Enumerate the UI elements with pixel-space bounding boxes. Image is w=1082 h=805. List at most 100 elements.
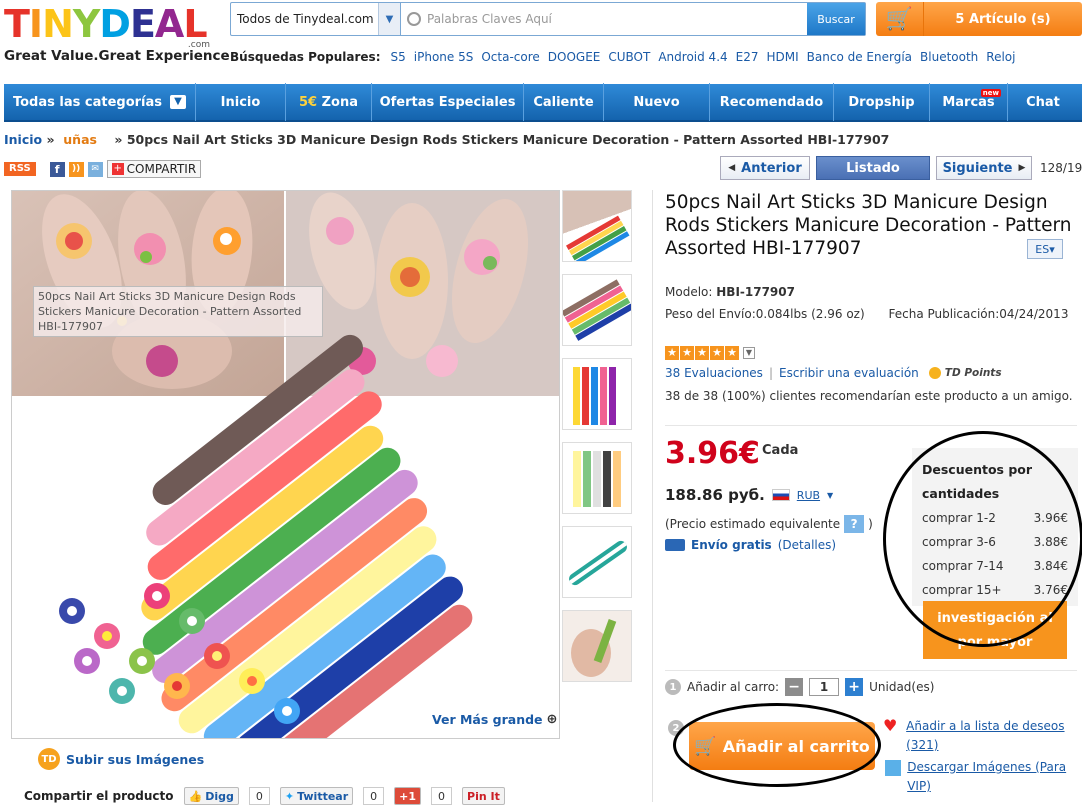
- recommend-text: 38 de 38 (100%) clientes recomendarían e…: [665, 389, 1073, 403]
- star-icon: ★: [710, 346, 724, 360]
- next-label: Siguiente: [942, 160, 1013, 176]
- price-unit: Cada: [762, 443, 799, 458]
- thumbnail-image: [566, 215, 630, 261]
- chevron-down-icon[interactable]: ▼: [378, 3, 400, 35]
- cart-button[interactable]: 🛒 5 Artículo (s): [876, 2, 1082, 36]
- chevron-down-icon[interactable]: ▼: [743, 347, 755, 359]
- divider: [665, 425, 1077, 426]
- thumbnail[interactable]: [562, 442, 632, 514]
- plus-button[interactable]: +: [845, 678, 864, 696]
- reviews-link[interactable]: 38 Evaluaciones: [665, 366, 763, 380]
- compartir-label: COMPARTIR: [126, 162, 197, 176]
- rating-stars[interactable]: ★ ★ ★ ★ ★ ▼: [665, 346, 755, 360]
- nav-chat[interactable]: Chat: [1008, 83, 1078, 121]
- chevron-down-icon[interactable]: ▼: [827, 491, 833, 500]
- download-images-link[interactable]: Descargar Imágenes (Para VIP): [907, 758, 1075, 796]
- minus-button[interactable]: −: [785, 678, 804, 696]
- thumbnail[interactable]: [562, 610, 632, 682]
- popular-link[interactable]: Bluetooth: [920, 50, 978, 68]
- popular-link[interactable]: Reloj: [986, 50, 1015, 68]
- nav-nuevo[interactable]: Nuevo: [604, 83, 710, 121]
- popular-link[interactable]: Android 4.4: [658, 50, 727, 68]
- divider: |: [768, 366, 773, 380]
- currency-select[interactable]: RUB: [797, 489, 820, 502]
- chevron-right-icon: ▶: [1018, 163, 1026, 173]
- twitter-button[interactable]: ✦ Twittear: [279, 787, 354, 805]
- popular-link[interactable]: Banco de Energía: [807, 50, 912, 68]
- language-select[interactable]: ES▾: [1027, 239, 1063, 259]
- search-placeholder: Palabras Claves Aquí: [427, 12, 552, 26]
- wishlist-row: ♥ Añadir a la lista de deseos (321): [883, 717, 1073, 755]
- nav-zona[interactable]: 5€ Zona: [286, 83, 372, 121]
- search-scope-select[interactable]: Todos de Tinydeal.com ▼: [231, 3, 401, 35]
- search-input[interactable]: Palabras Claves Aquí: [401, 3, 807, 35]
- step-number: 1: [665, 679, 681, 695]
- popular-link[interactable]: CUBOT: [608, 50, 650, 68]
- divider: [665, 670, 1077, 671]
- view-larger-link[interactable]: Ver Más grande ⊕: [432, 712, 557, 727]
- search-button[interactable]: Buscar: [807, 3, 865, 35]
- search-scope-value: Todos de Tinydeal.com: [237, 12, 374, 26]
- list-button[interactable]: Listado: [816, 156, 930, 180]
- logo-wordmark: TINYDEAL: [4, 2, 208, 46]
- rss-feed-icon[interactable]: )): [68, 161, 84, 177]
- upload-images-link[interactable]: TD Subir sus Imágenes: [38, 748, 204, 770]
- popular-searches: Búsquedas Populares: S5 iPhone 5S Octa-c…: [230, 50, 1023, 68]
- quantity-row: 1 Añadir al carro: − 1 + Unidad(es): [665, 678, 934, 696]
- nav-ofertas[interactable]: Ofertas Especiales: [372, 83, 524, 121]
- rss-button[interactable]: RSS: [4, 162, 36, 176]
- compartir-button[interactable]: + COMPARTIR: [106, 160, 202, 178]
- product-meta: Peso del Envío:0.084lbs (2.96 oz) Fecha …: [665, 307, 1068, 321]
- breadcrumb-home[interactable]: Inicio: [4, 132, 42, 147]
- popular-link[interactable]: DOOGEE: [548, 50, 601, 68]
- email-icon[interactable]: ✉: [87, 161, 103, 177]
- shipping-details-link[interactable]: (Detalles): [778, 538, 836, 552]
- popular-link[interactable]: iPhone 5S: [414, 50, 474, 68]
- tagline: Great Value.Great Experience: [4, 48, 230, 64]
- model-label: Modelo:: [665, 285, 713, 299]
- nav-marcas[interactable]: Marcas new: [930, 83, 1008, 121]
- publish-date: Fecha Publicación:04/24/2013: [888, 307, 1069, 321]
- popular-link[interactable]: E27: [736, 50, 759, 68]
- popular-link[interactable]: HDMI: [767, 50, 799, 68]
- popular-label: Búsquedas Populares:: [230, 50, 381, 64]
- thumbnail-image: [571, 618, 617, 677]
- main-nav: Todas las categorías ▼ Inicio 5€ Zona Of…: [4, 83, 1082, 122]
- converted-price: 188.86 руб. RUB ▼: [665, 486, 833, 504]
- quantity-input[interactable]: 1: [809, 678, 840, 696]
- popular-link[interactable]: S5: [391, 50, 406, 68]
- thumbnail[interactable]: [562, 358, 632, 430]
- nav-recomendado[interactable]: Recomendado: [710, 83, 834, 121]
- thumbnail-image: [569, 540, 627, 586]
- nav-dropship[interactable]: Dropship: [834, 83, 930, 121]
- facebook-icon[interactable]: f: [49, 161, 65, 177]
- pinit-button[interactable]: Pin It: [462, 787, 505, 805]
- prev-button[interactable]: ◀ Anterior: [720, 156, 810, 180]
- annotation-circle: [673, 703, 881, 787]
- thumbnail[interactable]: [562, 526, 632, 598]
- zoom-icon: ⊕: [546, 712, 558, 727]
- nav-all-categories[interactable]: Todas las categorías ▼: [4, 83, 196, 121]
- td-points[interactable]: TD Points: [928, 367, 1002, 379]
- thumbs-up-icon: 👍: [188, 789, 203, 803]
- site-logo[interactable]: TINYDEAL .com Great Value.Great Experien…: [4, 2, 230, 68]
- write-review-link[interactable]: Escribir una evaluación: [779, 366, 919, 380]
- chevron-down-icon: ▼: [170, 95, 187, 109]
- nav-caliente[interactable]: Caliente: [524, 83, 604, 121]
- popular-link[interactable]: Octa-core: [481, 50, 539, 68]
- digg-button[interactable]: 👍 Digg: [183, 787, 239, 805]
- share-bar: RSS f )) ✉ + COMPARTIR: [4, 160, 202, 178]
- free-shipping: Envío gratis (Detalles): [665, 538, 836, 552]
- breadcrumb-category[interactable]: uñas: [63, 132, 97, 147]
- wishlist-link[interactable]: Añadir a la lista de deseos (321): [906, 717, 1073, 755]
- gplus-button[interactable]: +1: [394, 787, 422, 805]
- chevron-left-icon: ◀: [728, 163, 736, 173]
- help-icon[interactable]: ?: [844, 515, 865, 533]
- nav-inicio[interactable]: Inicio: [196, 83, 286, 121]
- breadcrumb: Inicio » uñas » 50pcs Nail Art Sticks 3D…: [4, 132, 889, 147]
- thumbnail[interactable]: [562, 274, 632, 346]
- product-main-image[interactable]: [11, 190, 560, 739]
- next-button[interactable]: Siguiente ▶: [936, 156, 1032, 180]
- social-share-row: Compartir el producto 👍 Digg 0 ✦ Twittear …: [24, 787, 505, 805]
- thumbnail[interactable]: [562, 190, 632, 262]
